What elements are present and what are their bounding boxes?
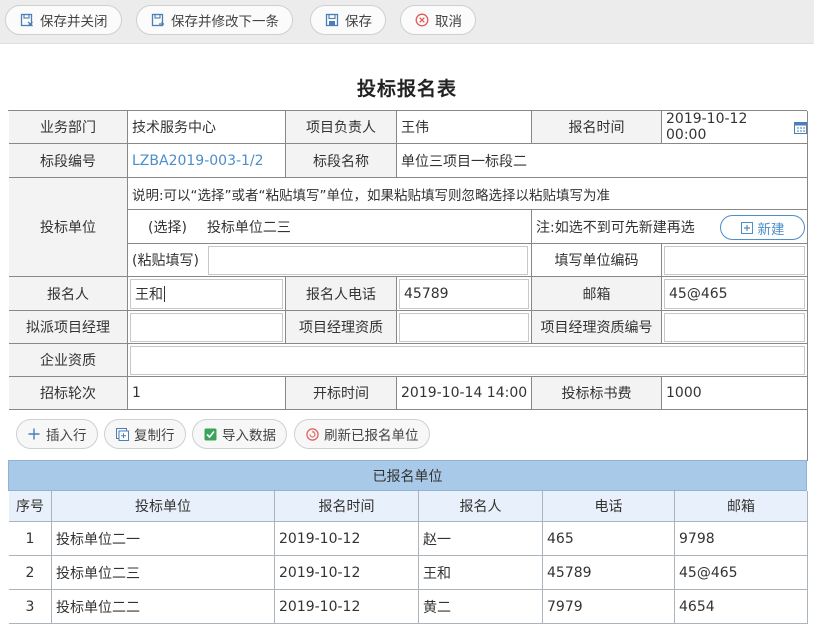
row-index: 1 [9, 522, 52, 556]
fee-value: 1000 [662, 377, 808, 410]
refresh-label: 刷新已报名单位 [324, 428, 419, 444]
paste-label: (粘贴填写) [132, 253, 199, 269]
table-cell: 2019-10-12 [275, 522, 419, 556]
bidder-note: 说明:可以“选择”或者“粘贴填写”单位，如果粘贴填写则忽略选择以粘贴填写为准 [128, 178, 808, 210]
table-cell: 赵一 [419, 522, 543, 556]
bidder-label: 投标单位 [9, 178, 128, 277]
cancel-icon [415, 13, 429, 27]
insert-row-label: 插入行 [46, 428, 87, 444]
manager-input[interactable] [130, 313, 283, 342]
phone-label: 报名人电话 [286, 277, 397, 311]
phone-input[interactable]: 45789 [399, 279, 529, 309]
table-cell: 黄二 [419, 590, 543, 624]
column-header: 投标单位 [52, 491, 275, 522]
table-cell: 2019-10-12 [275, 556, 419, 590]
manager-qual-no-input[interactable] [664, 313, 805, 342]
toolbar: 保存并关闭 保存并修改下一条 保存 取消 [0, 0, 814, 44]
column-header: 邮箱 [675, 491, 808, 522]
new-hint: 注:如选不到可先新建再选 [536, 219, 695, 236]
email-label: 邮箱 [532, 277, 662, 311]
save-next-button[interactable]: 保存并修改下一条 [136, 5, 293, 35]
table-cell: 2019-10-12 [275, 590, 419, 624]
section-no-link[interactable]: LZBA2019-003-1/2 [128, 144, 286, 178]
import-data-label: 导入数据 [222, 428, 276, 444]
calendar-icon[interactable] [794, 121, 807, 134]
dept-value: 技术服务中心 [128, 111, 286, 144]
open-time-value: 2019-10-14 14:00 [397, 377, 532, 410]
import-data-button[interactable]: 导入数据 [192, 419, 287, 449]
round-value: 1 [128, 377, 286, 410]
fee-label: 投标标书费 [532, 377, 662, 410]
column-header: 电话 [543, 491, 675, 522]
new-button-label: 新建 [757, 221, 785, 238]
registered-caption: 已报名单位 [8, 460, 807, 491]
table-cell: 4654 [675, 590, 808, 624]
select-label: (选择) [148, 219, 187, 236]
copy-row-label: 复制行 [134, 428, 175, 444]
save-close-icon [20, 13, 34, 27]
company-qual-label: 企业资质 [9, 344, 128, 377]
table-cell: 9798 [675, 522, 808, 556]
table-cell: 45@465 [675, 556, 808, 590]
row-index: 2 [9, 556, 52, 590]
email-input[interactable]: 45@465 [664, 279, 805, 309]
reg-time-value: 2019-10-12 00:00 [666, 111, 748, 143]
select-value[interactable]: 投标单位二三 [207, 217, 291, 237]
table-cell: 7979 [543, 590, 675, 624]
round-label: 招标轮次 [9, 377, 128, 410]
save-next-icon [151, 13, 165, 27]
table-cell: 投标单位二一 [52, 522, 275, 556]
company-qual-input[interactable] [130, 346, 805, 375]
applicant-input[interactable]: 王和 [130, 279, 283, 309]
manager-qual-label: 项目经理资质 [286, 311, 397, 344]
section-name-value: 单位三项目一标段二 [397, 144, 808, 178]
applicant-value: 王和 [135, 287, 163, 303]
open-time-label: 开标时间 [286, 377, 397, 410]
manager-label: 拟派项目经理 [9, 311, 128, 344]
column-header: 报名人 [419, 491, 543, 522]
registration-form: 业务部门 技术服务中心 项目负责人 王伟 报名时间 2019-10-12 00:… [8, 110, 808, 461]
refresh-button[interactable]: 刷新已报名单位 [294, 419, 430, 449]
copy-row-button[interactable]: 复制行 [104, 419, 186, 449]
manager-qual-input[interactable] [399, 313, 529, 342]
table-cell: 王和 [419, 556, 543, 590]
column-header: 报名时间 [275, 491, 419, 522]
pm-value: 王伟 [397, 111, 532, 144]
unit-code-label: 填写单位编码 [532, 244, 662, 277]
plus-box-icon [740, 221, 753, 234]
reg-time-field[interactable]: 2019-10-12 00:00 [662, 111, 808, 144]
table-cell: 45789 [543, 556, 675, 590]
save-label: 保存 [345, 14, 372, 30]
cancel-label: 取消 [435, 14, 462, 30]
row-index: 3 [9, 590, 52, 624]
unit-code-input[interactable] [664, 246, 805, 275]
insert-row-button[interactable]: 插入行 [16, 419, 98, 449]
manager-qual-no-label: 项目经理资质编号 [532, 311, 662, 344]
table-cell: 投标单位二三 [52, 556, 275, 590]
table-cell: 465 [543, 522, 675, 556]
cancel-button[interactable]: 取消 [400, 5, 476, 35]
select-row: (选择) 投标单位二三 [128, 210, 532, 244]
new-button[interactable]: 新建 [720, 215, 805, 240]
copy-icon [115, 427, 129, 441]
section-no-label: 标段编号 [9, 144, 128, 178]
save-close-button[interactable]: 保存并关闭 [5, 5, 122, 35]
reg-time-label: 报名时间 [532, 111, 662, 144]
paste-input[interactable] [208, 246, 528, 275]
import-icon [203, 427, 217, 441]
table-cell: 投标单位二二 [52, 590, 275, 624]
save-icon [325, 13, 339, 27]
dept-label: 业务部门 [9, 111, 128, 144]
page-title: 投标报名表 [356, 78, 457, 100]
plus-icon [27, 427, 41, 441]
save-button[interactable]: 保存 [310, 5, 386, 35]
refresh-icon [305, 427, 319, 441]
save-close-label: 保存并关闭 [40, 14, 108, 30]
text-caret [164, 286, 165, 302]
applicant-label: 报名人 [9, 277, 128, 311]
save-next-label: 保存并修改下一条 [171, 14, 279, 30]
pm-label: 项目负责人 [286, 111, 397, 144]
column-header: 序号 [9, 491, 52, 522]
section-name-label: 标段名称 [286, 144, 397, 178]
